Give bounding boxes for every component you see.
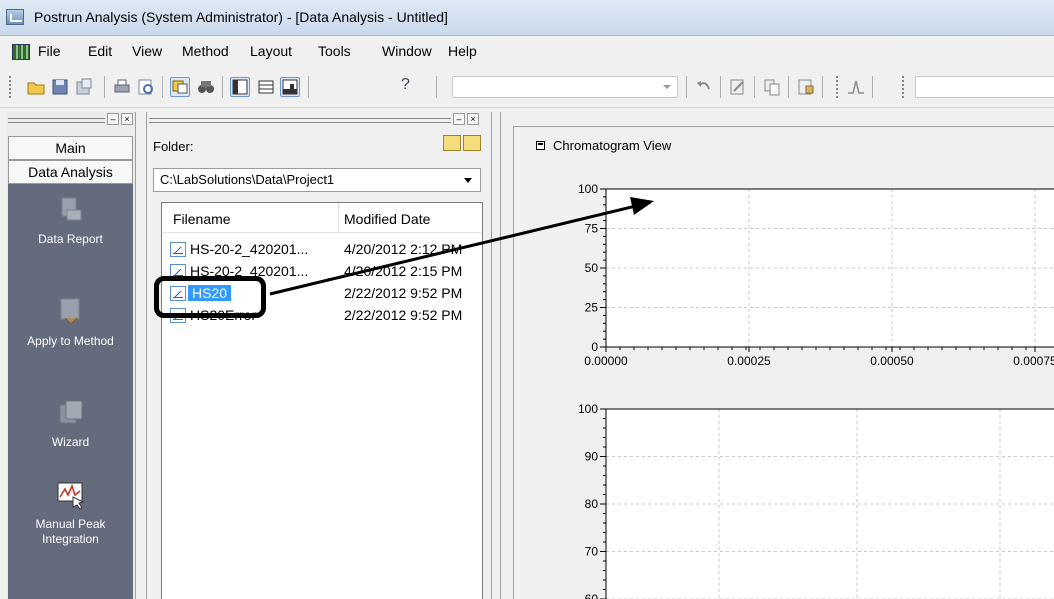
y-tick-label: 90 (585, 450, 599, 464)
x-tick-label: 0.00000 (584, 354, 628, 368)
x-tick-label: 0.00050 (870, 354, 914, 368)
y-tick-label: 50 (585, 261, 599, 275)
y-tick-label: 80 (585, 497, 599, 511)
chromatogram-plot-1[interactable]: 100 75 50 25 00.00000 0.00025 0.00050 0.00075 (578, 182, 1054, 368)
x-tick-label: 0.00075 (1013, 354, 1054, 368)
y-tick-label: 100 (578, 402, 598, 416)
y-tick-label: 60 (585, 592, 599, 599)
annotation-arrow (269, 197, 654, 296)
y-tick-label: 75 (585, 222, 599, 236)
chromatogram-plot-2[interactable]: 100 90 80 70 60 (578, 402, 1054, 599)
annotation-highlight-box (154, 276, 266, 318)
y-tick-label: 100 (578, 182, 598, 196)
y-tick-label: 0 (591, 340, 598, 354)
y-tick-label: 25 (585, 301, 599, 315)
y-tick-label: 70 (585, 545, 599, 559)
x-tick-label: 0.00025 (727, 354, 771, 368)
